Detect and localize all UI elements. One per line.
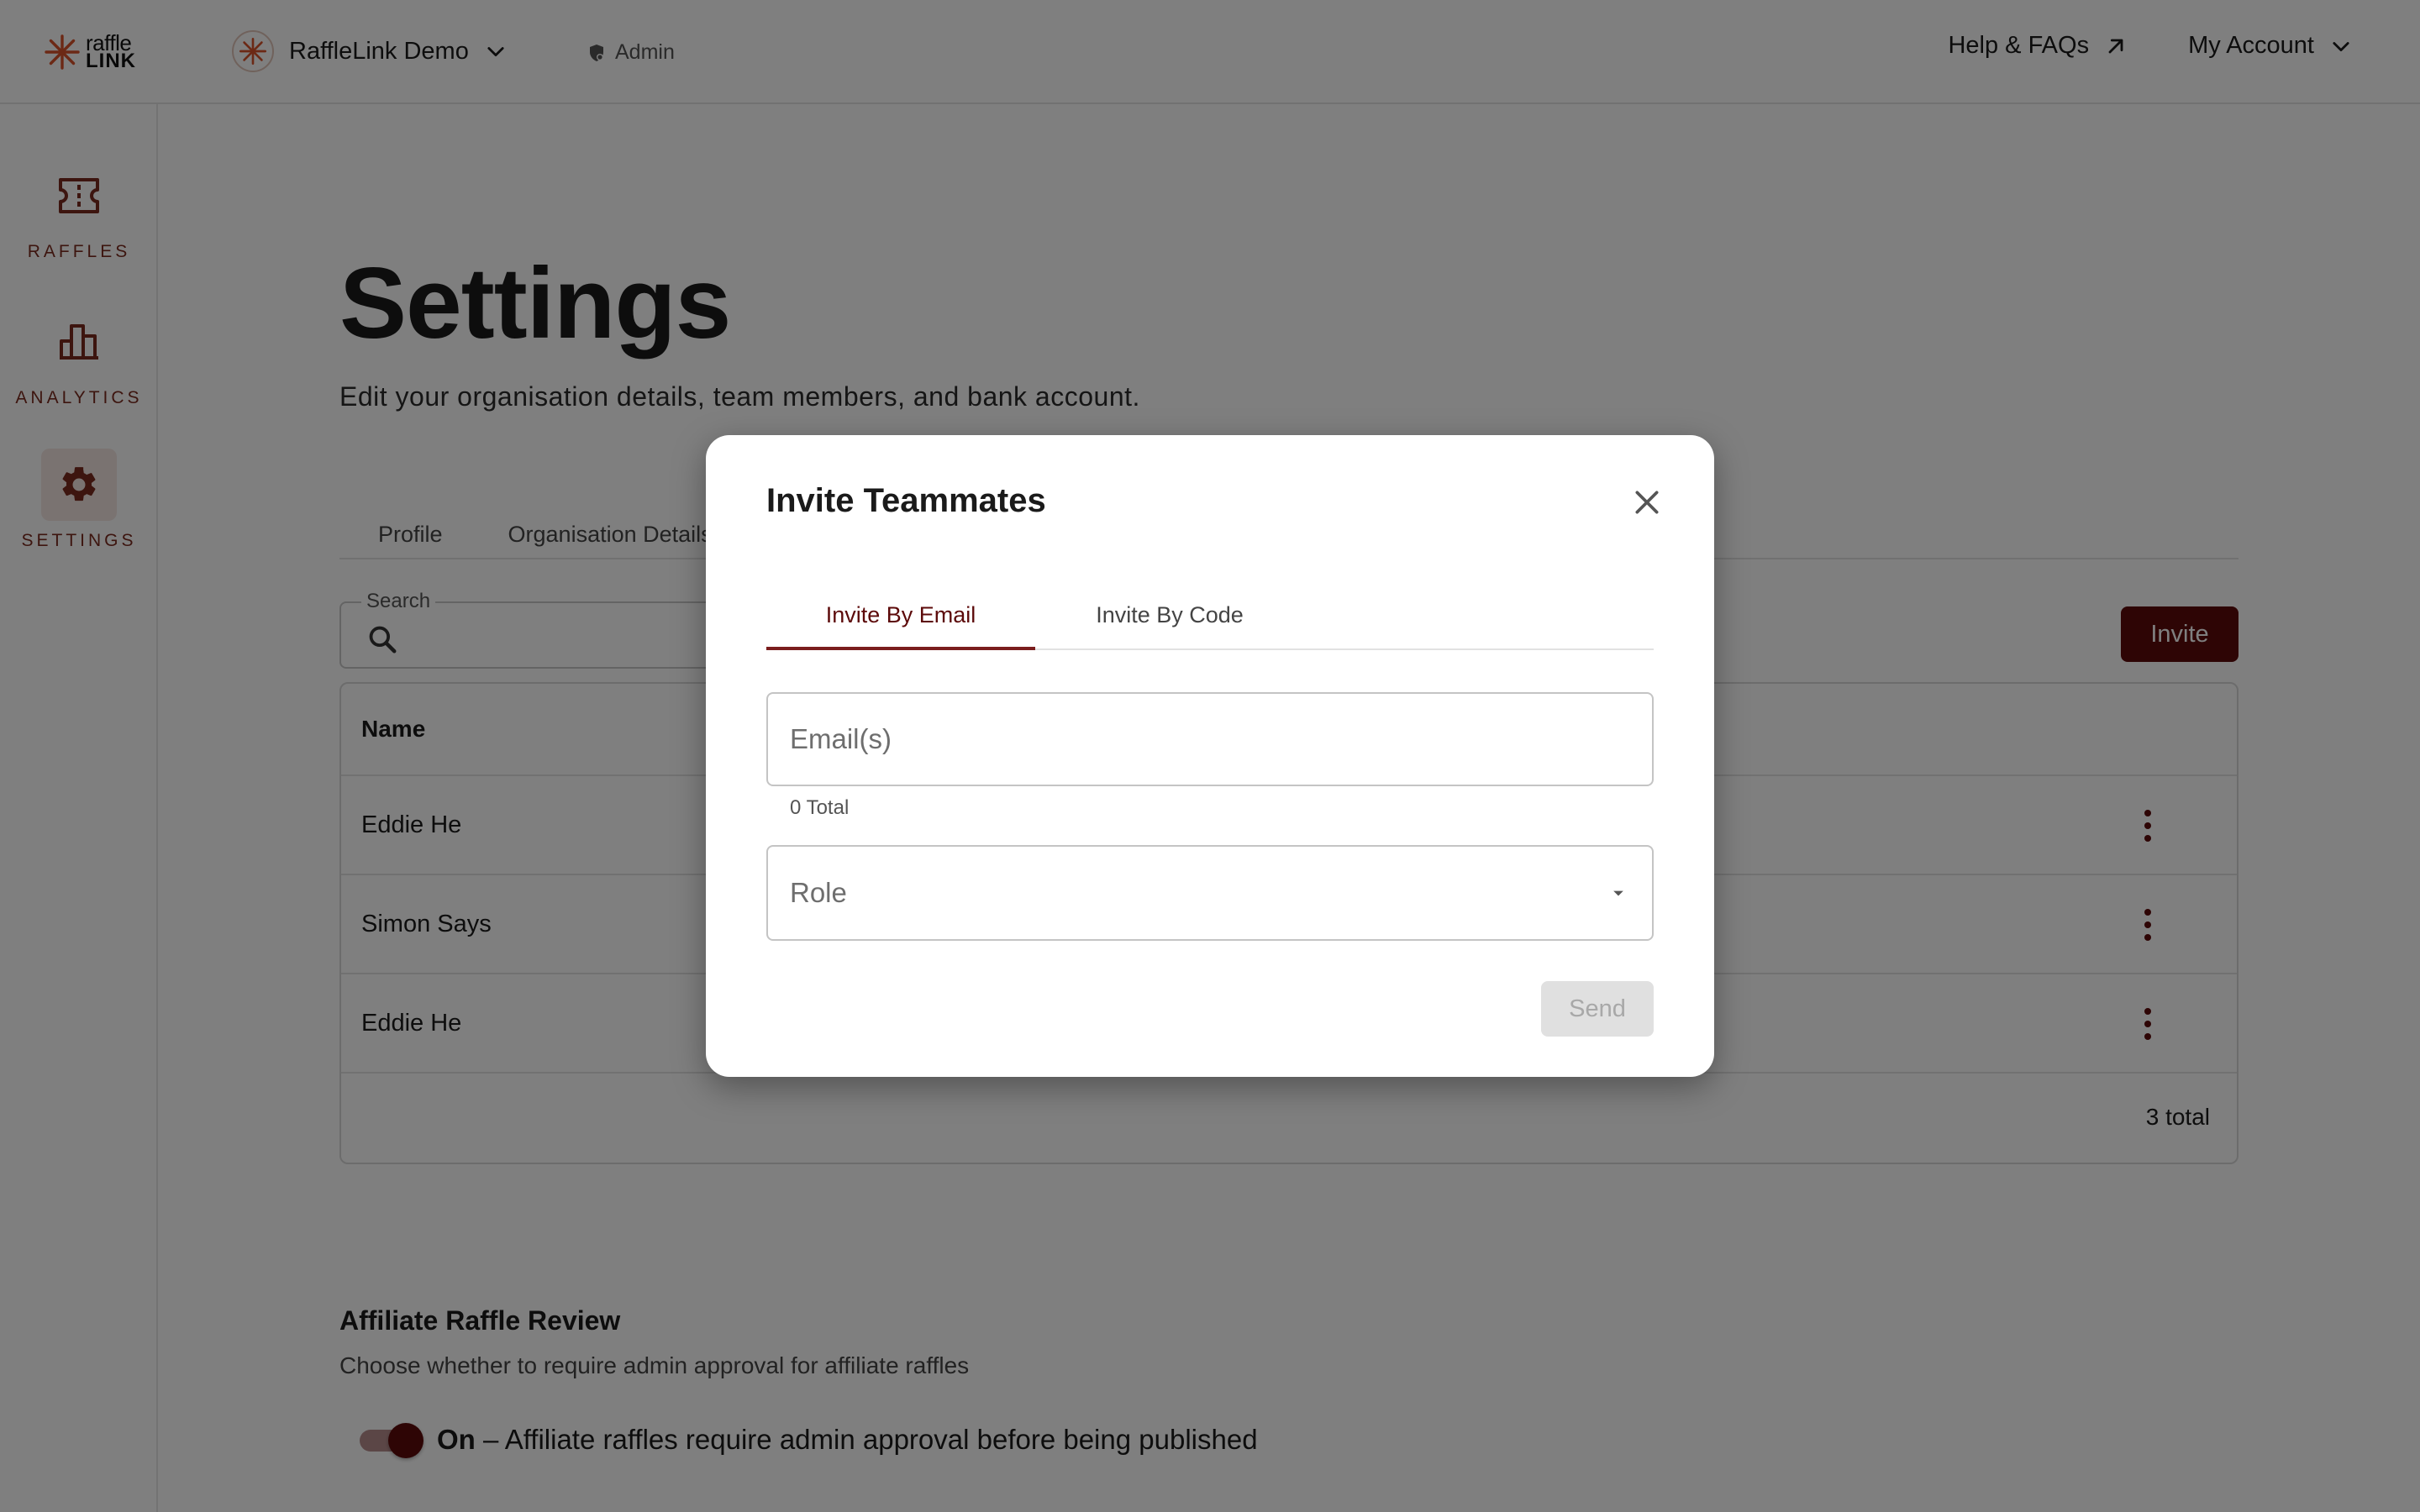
send-button[interactable]: Send [1541, 981, 1654, 1037]
role-select-placeholder: Role [790, 877, 847, 908]
close-icon[interactable] [1630, 486, 1664, 519]
email-count-helper: 0 Total [790, 796, 850, 819]
emails-input[interactable] [766, 692, 1654, 786]
role-select[interactable]: Role [766, 845, 1654, 941]
invite-teammates-dialog: Invite Teammates Invite By Email Invite … [706, 435, 1714, 1077]
modal-title: Invite Teammates [766, 482, 1046, 519]
invite-method-tabs: Invite By Email Invite By Code [766, 580, 1654, 650]
dropdown-arrow-icon [1613, 890, 1623, 896]
tab-invite-by-code[interactable]: Invite By Code [1035, 580, 1304, 650]
tab-invite-by-email[interactable]: Invite By Email [766, 580, 1035, 650]
